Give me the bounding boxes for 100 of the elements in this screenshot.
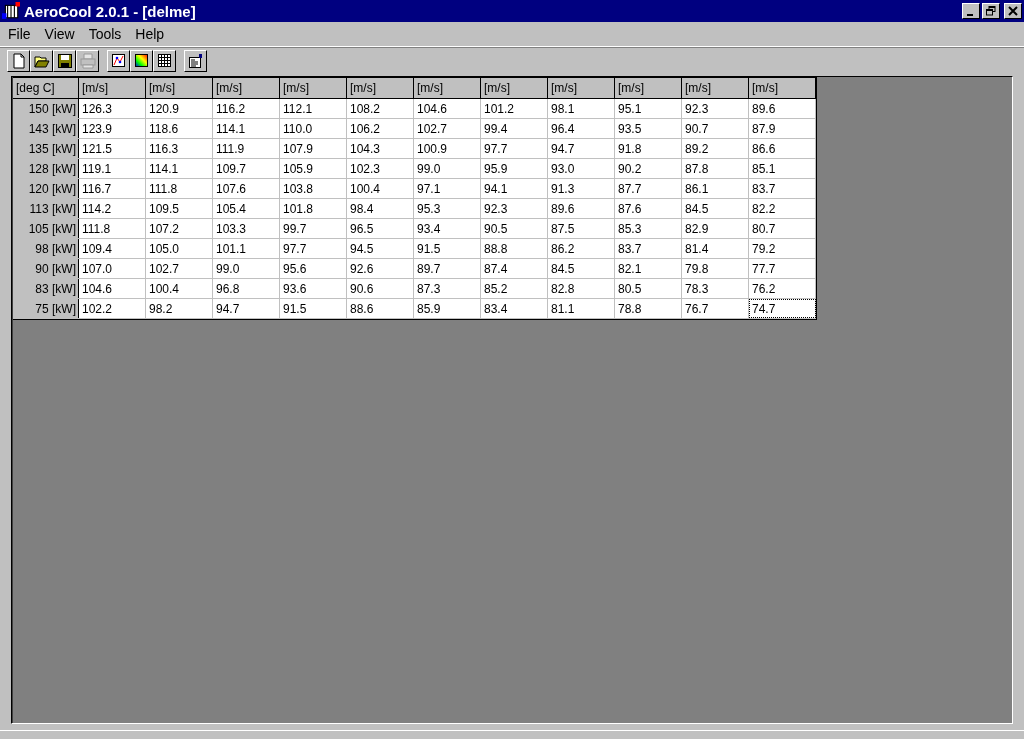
table-cell[interactable]: 119.1 bbox=[79, 159, 146, 178]
table-cell[interactable]: 85.9 bbox=[414, 299, 481, 318]
table-cell[interactable]: 87.8 bbox=[682, 159, 749, 178]
table-cell[interactable]: 95.1 bbox=[615, 99, 682, 118]
table-cell[interactable]: 80.5 bbox=[615, 279, 682, 298]
table-cell[interactable]: 105.9 bbox=[280, 159, 347, 178]
table-cell[interactable]: 102.2 bbox=[79, 299, 146, 318]
table-cell[interactable]: 82.2 bbox=[749, 199, 816, 218]
menu-item[interactable]: View bbox=[38, 26, 83, 42]
table-cell[interactable]: 79.2 bbox=[749, 239, 816, 258]
table-cell[interactable]: 88.8 bbox=[481, 239, 548, 258]
properties-button[interactable] bbox=[184, 50, 207, 72]
table-cell[interactable]: 85.1 bbox=[749, 159, 816, 178]
table-cell[interactable]: 89.6 bbox=[548, 199, 615, 218]
table-cell[interactable]: 86.1 bbox=[682, 179, 749, 198]
restore-button[interactable] bbox=[982, 3, 1000, 19]
table-cell[interactable]: 95.3 bbox=[414, 199, 481, 218]
table-cell[interactable]: 114.1 bbox=[213, 119, 280, 138]
table-cell[interactable]: 107.9 bbox=[280, 139, 347, 158]
table-cell[interactable]: 102.7 bbox=[146, 259, 213, 278]
table-cell[interactable]: 85.2 bbox=[481, 279, 548, 298]
table-cell[interactable]: 94.5 bbox=[347, 239, 414, 258]
table-cell[interactable]: 76.2 bbox=[749, 279, 816, 298]
table-cell[interactable]: 116.2 bbox=[213, 99, 280, 118]
table-cell[interactable]: 104.6 bbox=[79, 279, 146, 298]
table-cell[interactable]: 79.8 bbox=[682, 259, 749, 278]
table-cell[interactable]: 102.7 bbox=[414, 119, 481, 138]
table-cell[interactable]: 104.6 bbox=[414, 99, 481, 118]
table-cell[interactable]: 87.5 bbox=[548, 219, 615, 238]
table-cell[interactable]: 85.3 bbox=[615, 219, 682, 238]
table-cell[interactable]: 100.9 bbox=[414, 139, 481, 158]
gradient-button[interactable] bbox=[130, 50, 153, 72]
table-cell[interactable]: 89.6 bbox=[749, 99, 816, 118]
table-cell[interactable]: 82.1 bbox=[615, 259, 682, 278]
table-cell[interactable]: 90.6 bbox=[347, 279, 414, 298]
table-cell[interactable]: 99.0 bbox=[213, 259, 280, 278]
table-cell[interactable]: 84.5 bbox=[548, 259, 615, 278]
table-cell[interactable]: 94.1 bbox=[481, 179, 548, 198]
table-cell[interactable]: 81.1 bbox=[548, 299, 615, 318]
table-cell[interactable]: 78.8 bbox=[615, 299, 682, 318]
save-button[interactable] bbox=[53, 50, 76, 72]
table-cell[interactable]: 105.4 bbox=[213, 199, 280, 218]
new-button[interactable] bbox=[7, 50, 30, 72]
table-cell[interactable]: 93.0 bbox=[548, 159, 615, 178]
table-cell[interactable]: 88.6 bbox=[347, 299, 414, 318]
table-cell[interactable]: 107.6 bbox=[213, 179, 280, 198]
table-cell[interactable]: 96.4 bbox=[548, 119, 615, 138]
table-cell[interactable]: 92.3 bbox=[682, 99, 749, 118]
table-cell[interactable]: 93.4 bbox=[414, 219, 481, 238]
table-cell[interactable]: 111.8 bbox=[146, 179, 213, 198]
table-cell[interactable]: 96.8 bbox=[213, 279, 280, 298]
table-cell[interactable]: 90.2 bbox=[615, 159, 682, 178]
table-cell[interactable]: 89.2 bbox=[682, 139, 749, 158]
table-cell[interactable]: 109.5 bbox=[146, 199, 213, 218]
table-cell[interactable]: 87.6 bbox=[615, 199, 682, 218]
table-cell[interactable]: 114.1 bbox=[146, 159, 213, 178]
table-cell[interactable]: 101.8 bbox=[280, 199, 347, 218]
minimize-button[interactable] bbox=[962, 3, 980, 19]
table-cell[interactable]: 82.8 bbox=[548, 279, 615, 298]
menu-item[interactable]: File bbox=[2, 26, 39, 42]
table-cell[interactable]: 109.7 bbox=[213, 159, 280, 178]
table-cell[interactable]: 90.7 bbox=[682, 119, 749, 138]
table-cell[interactable]: 91.3 bbox=[548, 179, 615, 198]
table-cell[interactable]: 114.2 bbox=[79, 199, 146, 218]
table-cell[interactable]: 116.7 bbox=[79, 179, 146, 198]
table-cell[interactable]: 103.8 bbox=[280, 179, 347, 198]
table-cell[interactable]: 103.3 bbox=[213, 219, 280, 238]
grid-button[interactable] bbox=[153, 50, 176, 72]
table-cell[interactable]: 102.3 bbox=[347, 159, 414, 178]
table-cell[interactable]: 97.7 bbox=[481, 139, 548, 158]
table-cell[interactable]: 91.8 bbox=[615, 139, 682, 158]
menu-item[interactable]: Help bbox=[129, 26, 173, 42]
table-cell[interactable]: 91.5 bbox=[280, 299, 347, 318]
table-cell[interactable]: 111.9 bbox=[213, 139, 280, 158]
table-cell[interactable]: 126.3 bbox=[79, 99, 146, 118]
table-cell[interactable]: 76.7 bbox=[682, 299, 749, 318]
table-cell[interactable]: 80.7 bbox=[749, 219, 816, 238]
table-cell[interactable]: 96.5 bbox=[347, 219, 414, 238]
table-cell[interactable]: 99.7 bbox=[280, 219, 347, 238]
table-cell[interactable]: 101.2 bbox=[481, 99, 548, 118]
table-cell[interactable]: 98.2 bbox=[146, 299, 213, 318]
open-button[interactable] bbox=[30, 50, 53, 72]
table-cell[interactable]: 90.5 bbox=[481, 219, 548, 238]
table-cell[interactable]: 86.6 bbox=[749, 139, 816, 158]
table-cell[interactable]: 74.7 bbox=[749, 299, 816, 318]
table-cell[interactable]: 107.0 bbox=[79, 259, 146, 278]
table-cell[interactable]: 83.7 bbox=[615, 239, 682, 258]
table-cell[interactable]: 95.9 bbox=[481, 159, 548, 178]
table-cell[interactable]: 108.2 bbox=[347, 99, 414, 118]
table-cell[interactable]: 120.9 bbox=[146, 99, 213, 118]
table-cell[interactable]: 98.4 bbox=[347, 199, 414, 218]
table-cell[interactable]: 99.0 bbox=[414, 159, 481, 178]
table-cell[interactable]: 83.7 bbox=[749, 179, 816, 198]
table-cell[interactable]: 111.8 bbox=[79, 219, 146, 238]
table-cell[interactable]: 93.5 bbox=[615, 119, 682, 138]
table-cell[interactable]: 84.5 bbox=[682, 199, 749, 218]
table-cell[interactable]: 110.0 bbox=[280, 119, 347, 138]
table-cell[interactable]: 118.6 bbox=[146, 119, 213, 138]
table-cell[interactable]: 91.5 bbox=[414, 239, 481, 258]
table-cell[interactable]: 112.1 bbox=[280, 99, 347, 118]
